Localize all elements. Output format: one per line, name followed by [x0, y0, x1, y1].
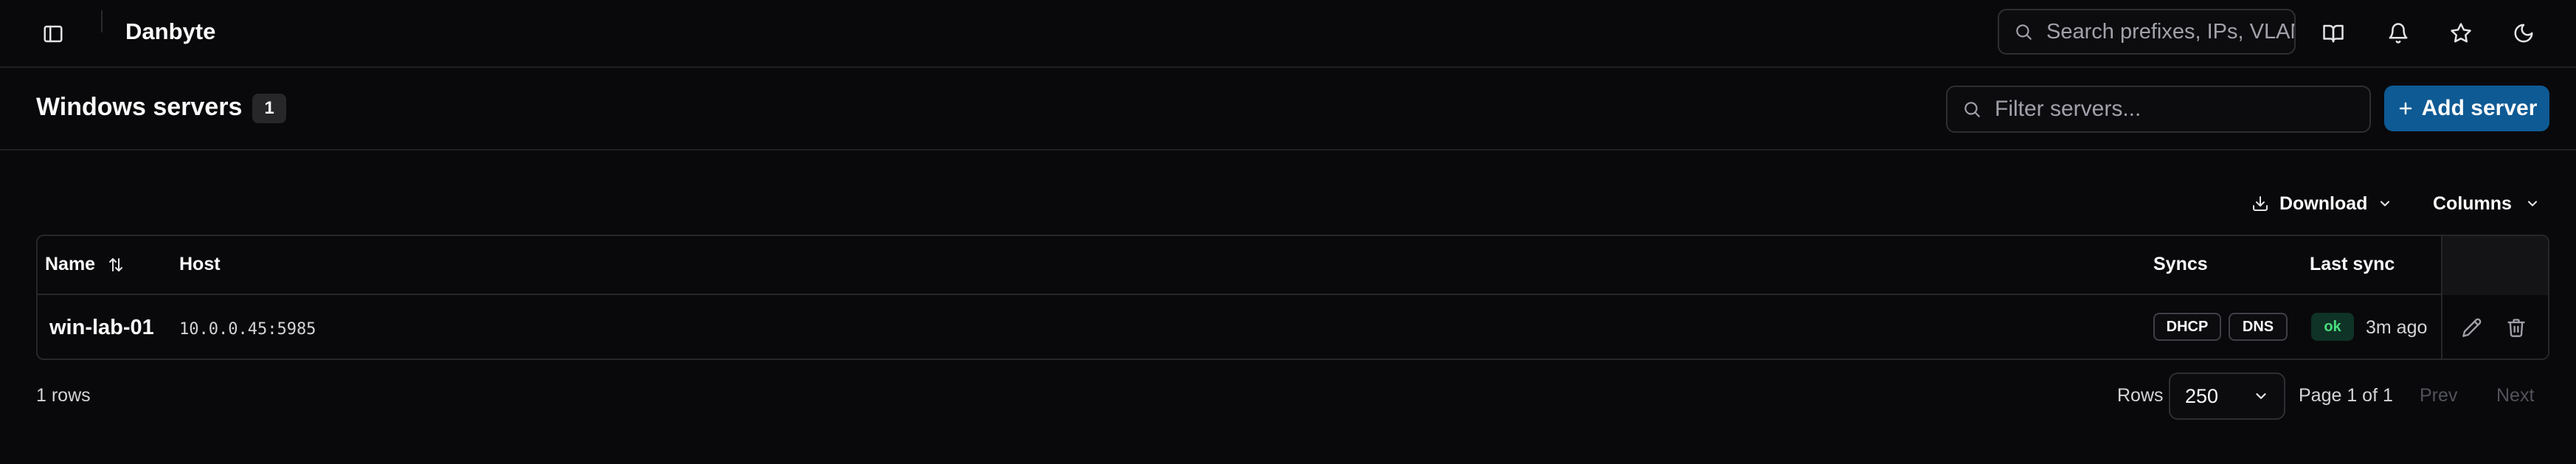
plus-icon [2397, 100, 2414, 117]
rows-per-page-value: 250 [2185, 384, 2219, 407]
edit-button[interactable] [2459, 314, 2485, 341]
filter-servers-input[interactable] [1995, 97, 2364, 122]
prev-page-button[interactable]: Prev [2420, 385, 2457, 406]
page-title: Windows servers [36, 93, 243, 121]
download-label: Download [2279, 193, 2368, 214]
servers-table: Name Host Syncs Last sync win-lab-01 10.… [36, 235, 2549, 360]
pencil-icon [2462, 317, 2482, 338]
filter-search[interactable] [1946, 86, 2371, 133]
moon-icon [2513, 22, 2535, 44]
global-search-input[interactable] [2046, 19, 2294, 44]
add-server-label: Add server [2421, 96, 2538, 120]
count-badge: 1 [252, 94, 286, 123]
chevron-down-icon [2253, 388, 2269, 404]
notifications-button[interactable] [2381, 16, 2415, 50]
chevron-down-icon [2378, 196, 2392, 211]
sync-tag-dns: DNS [2229, 313, 2288, 341]
status-badge: ok [2311, 313, 2354, 341]
rows-per-page-label: Rows [2117, 385, 2164, 406]
delete-button[interactable] [2503, 314, 2530, 341]
docs-button[interactable] [2316, 16, 2350, 50]
table-row[interactable]: win-lab-01 10.0.0.45:5985 DHCP DNS ok 3m… [38, 295, 2548, 359]
global-search[interactable] [1998, 9, 2296, 55]
favorites-button[interactable] [2444, 16, 2478, 50]
table-header: Name Host Syncs Last sync [38, 236, 2548, 295]
search-icon [2014, 22, 2033, 41]
star-icon [2450, 22, 2472, 44]
sync-tag-dhcp: DHCP [2153, 313, 2221, 341]
sidebar-toggle-button[interactable] [37, 18, 69, 50]
topbar-divider [101, 10, 103, 32]
server-host: 10.0.0.45:5985 [179, 320, 316, 339]
book-icon [2322, 22, 2344, 44]
sort-icon [107, 256, 125, 274]
actions-column-header [2441, 236, 2548, 295]
syncs-column-header: Syncs [2153, 254, 2208, 274]
page-header: Windows servers 1 Add server [0, 68, 2576, 150]
next-page-button[interactable]: Next [2496, 385, 2534, 406]
row-count: 1 rows [36, 385, 91, 406]
name-column-header[interactable]: Name [45, 254, 125, 275]
search-icon [1962, 100, 1981, 119]
page-info: Page 1 of 1 [2299, 385, 2393, 406]
bell-icon [2387, 22, 2409, 44]
add-server-button[interactable]: Add server [2384, 86, 2549, 131]
row-actions [2441, 295, 2548, 359]
sidebar-toggle-icon [42, 23, 64, 45]
server-name[interactable]: win-lab-01 [49, 316, 154, 340]
last-sync-column-header: Last sync [2310, 254, 2395, 274]
trash-icon [2506, 317, 2527, 338]
host-column-header: Host [179, 254, 221, 274]
columns-label: Columns [2433, 193, 2512, 214]
last-sync-time: 3m ago [2366, 317, 2428, 338]
download-icon [2251, 195, 2269, 212]
app-title: Danbyte [125, 18, 216, 44]
theme-toggle-button[interactable] [2507, 16, 2541, 50]
download-button[interactable]: Download [2251, 187, 2392, 220]
rows-per-page-select[interactable]: 250 [2169, 373, 2285, 420]
chevron-down-icon [2525, 196, 2540, 211]
columns-button[interactable]: Columns [2433, 187, 2540, 220]
name-header-label: Name [45, 254, 96, 274]
top-bar: Danbyte [0, 0, 2576, 68]
